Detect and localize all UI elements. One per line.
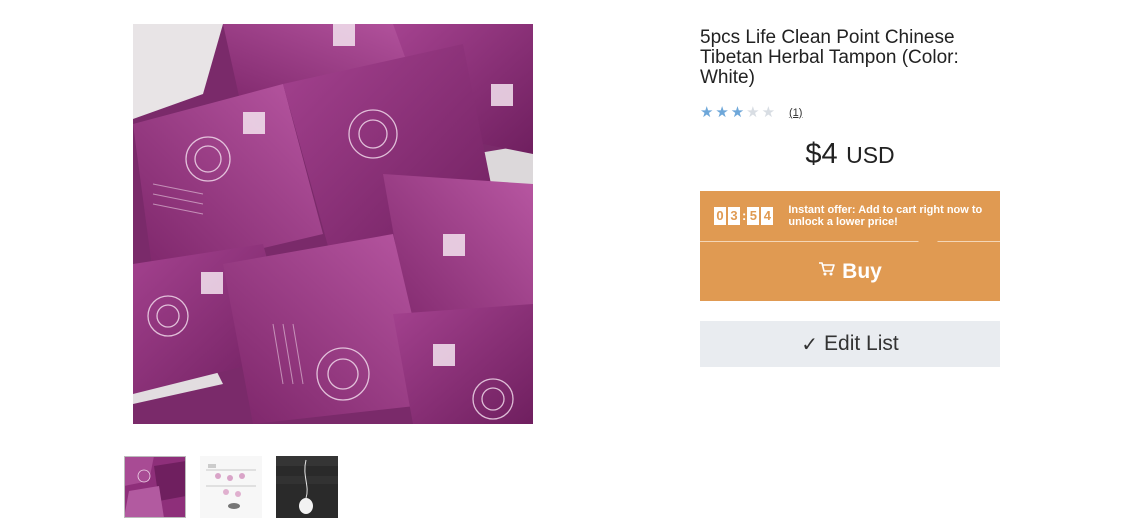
price-currency: USD [846,142,895,168]
thumbnail-2[interactable] [200,456,262,518]
timer-digit: 5 [747,207,760,225]
edit-list-button[interactable]: ✓ Edit List [700,321,1000,367]
star-icon: ★ [761,103,776,121]
product-main-image [133,24,533,424]
buy-button[interactable]: Buy [700,242,1000,301]
review-count-link[interactable]: (1) [789,107,802,119]
product-price: $4 USD [700,138,1000,171]
timer-separator: : [742,208,747,223]
instant-offer-banner: 0 3 : 5 4 Instant offer: Add to cart rig… [700,191,1000,241]
price-amount: $4 [805,138,838,170]
product-title: 5pcs Life Clean Point Chinese Tibetan He… [700,27,959,88]
edit-list-button-label: Edit List [824,332,899,355]
thumbnail-strip [124,456,338,518]
countdown-timer: 0 3 : 5 4 [714,207,775,225]
product-rating: ★ ★ ★ ★ ★ (1) [700,105,802,120]
star-rating: ★ ★ ★ ★ ★ [700,105,777,120]
cart-icon [818,261,836,282]
timer-digit: 4 [761,207,774,225]
timer-digit: 3 [728,207,740,225]
star-icon: ★ [700,103,714,121]
buy-button-label: Buy [842,259,882,283]
thumbnail-3[interactable] [276,456,338,518]
timer-digit: 0 [714,207,726,225]
star-icon: ★ [715,103,729,121]
checkmark-icon: ✓ [801,332,819,356]
instant-offer-text: Instant offer: Add to cart right now to … [788,204,983,228]
star-icon: ★ [746,103,760,121]
star-icon: ★ [730,103,745,121]
thumbnail-1[interactable] [124,456,186,518]
